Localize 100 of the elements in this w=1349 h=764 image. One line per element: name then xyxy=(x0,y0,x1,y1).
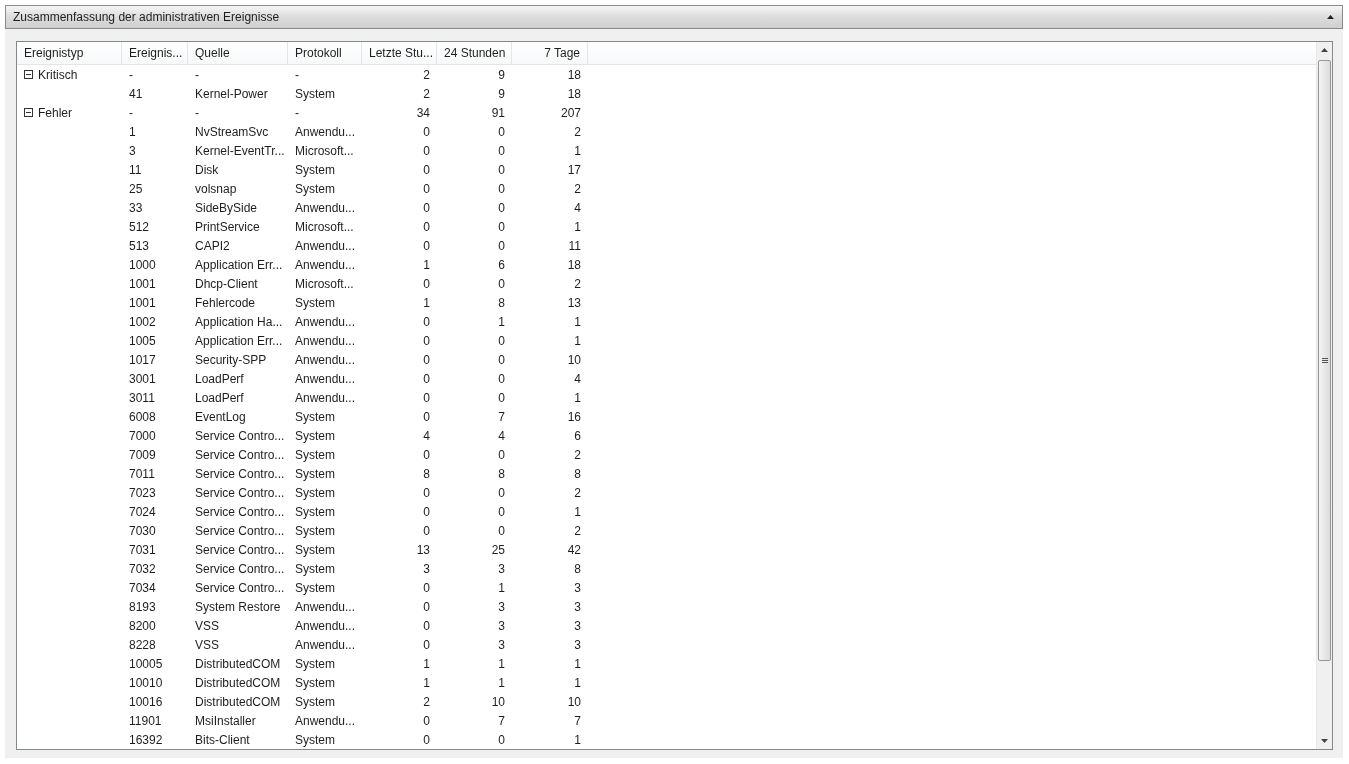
panel-title: Zusammenfassung der administrativen Ereignisse xyxy=(13,10,280,24)
table-cell: System xyxy=(295,542,335,557)
tree-toggle-icon[interactable] xyxy=(24,108,33,117)
table-cell: 1 xyxy=(498,580,505,595)
table-cell: 1 xyxy=(574,390,581,405)
table-cell: 2 xyxy=(574,447,581,462)
table-cell: 4 xyxy=(574,200,581,215)
table-cell: Bits-Client xyxy=(195,732,250,747)
table-cell: 0 xyxy=(423,580,430,595)
table-cell: 0 xyxy=(423,124,430,139)
table-cell: 11901 xyxy=(129,713,162,728)
table-cell: 10 xyxy=(567,352,581,367)
table-cell: 1 xyxy=(574,333,581,348)
table-cell: Application Err... xyxy=(195,333,283,348)
table-cell: - xyxy=(295,67,299,82)
column-header[interactable]: 7 Tage xyxy=(512,42,588,64)
table-cell: 0 xyxy=(498,485,505,500)
table-cell: 10 xyxy=(567,694,581,709)
table-cell: 8 xyxy=(574,466,581,481)
table-cell: System xyxy=(295,580,335,595)
table-cell: 0 xyxy=(498,447,505,462)
table-cell: 10010 xyxy=(129,675,163,690)
table-cell: - xyxy=(195,105,199,120)
collapse-icon[interactable] xyxy=(1327,15,1334,19)
table-cell: 513 xyxy=(129,238,150,253)
table-cell: 3 xyxy=(498,599,505,614)
table-cell: 0 xyxy=(423,447,430,462)
grip-icon xyxy=(1321,358,1328,363)
table-cell: 0 xyxy=(423,371,430,386)
table-cell: 7011 xyxy=(129,466,155,481)
tree-toggle-icon[interactable] xyxy=(24,70,33,79)
table-cell: Service Contro... xyxy=(195,447,285,462)
table-cell: 1000 xyxy=(129,257,156,272)
table-cell: 0 xyxy=(423,485,430,500)
table-cell: 4 xyxy=(423,428,430,443)
table-cell: 1001 xyxy=(129,276,156,291)
table-cell: 7 xyxy=(498,713,505,728)
table-cell: Anwendu... xyxy=(295,371,356,386)
table-cell: System xyxy=(295,523,335,538)
table-cell: System xyxy=(295,504,335,519)
table-cell: 0 xyxy=(423,352,430,367)
table-cell: 6 xyxy=(574,428,581,443)
column-header[interactable]: Ereignistyp xyxy=(17,42,122,64)
table-cell: 10 xyxy=(491,694,505,709)
table-cell: 16 xyxy=(567,409,581,424)
table-cell: Anwendu... xyxy=(295,390,356,405)
column-header[interactable]: Quelle xyxy=(188,42,288,64)
table-cell: System xyxy=(295,162,335,177)
table-cell: SideBySide xyxy=(195,200,258,215)
table-cell: PrintService xyxy=(195,219,260,234)
table-cell: 207 xyxy=(560,105,581,120)
column-header[interactable]: Ereignis... xyxy=(122,42,188,64)
table-cell: 8 xyxy=(423,466,430,481)
table-cell: 16392 xyxy=(129,732,163,747)
table-cell: 8 xyxy=(498,466,505,481)
table-cell: 18 xyxy=(567,86,581,101)
vertical-scrollbar[interactable] xyxy=(1316,42,1332,749)
table-cell: 0 xyxy=(423,713,430,728)
table-cell: 0 xyxy=(423,162,430,177)
table-cell: 7 xyxy=(574,713,581,728)
table-cell: 1 xyxy=(574,219,581,234)
table-cell: 0 xyxy=(498,504,505,519)
table-cell: 2 xyxy=(423,86,430,101)
table-cell: 7031 xyxy=(129,542,156,557)
table-cell: 0 xyxy=(498,390,505,405)
table-cell: 3 xyxy=(423,561,430,576)
table-cell: 0 xyxy=(423,143,430,158)
table-cell: - xyxy=(295,105,299,120)
column-header[interactable]: Letzte Stu... xyxy=(362,42,437,64)
table-cell: 0 xyxy=(498,352,505,367)
table-cell: Service Contro... xyxy=(195,523,285,538)
scroll-up-icon[interactable] xyxy=(1321,48,1328,52)
table-cell: System xyxy=(295,295,335,310)
table-cell: 7 xyxy=(498,409,505,424)
table-cell: 512 xyxy=(129,219,150,234)
table-cell: 0 xyxy=(498,371,505,386)
table-cell: System xyxy=(295,447,335,462)
table-cell: 3011 xyxy=(129,390,155,405)
column-header[interactable]: Protokoll xyxy=(288,42,362,64)
table-cell: 7034 xyxy=(129,580,156,595)
table-cell: Anwendu... xyxy=(295,352,356,367)
table-cell: 10016 xyxy=(129,694,163,709)
table-cell: 3 xyxy=(574,618,581,633)
table-cell: 0 xyxy=(423,314,430,329)
column-header[interactable]: 24 Stunden xyxy=(437,42,512,64)
table-cell: 0 xyxy=(498,238,505,253)
table-cell: 3 xyxy=(498,637,505,652)
table-cell: 0 xyxy=(423,219,430,234)
table-cell: System xyxy=(295,561,335,576)
table-cell: 0 xyxy=(423,238,430,253)
panel-header[interactable]: Zusammenfassung der administrativen Ereignisse xyxy=(5,5,1343,29)
scrollbar-thumb[interactable] xyxy=(1318,60,1331,661)
table-cell: 0 xyxy=(498,200,505,215)
table-cell: 18 xyxy=(567,67,581,82)
table-cell: volsnap xyxy=(195,181,237,196)
table-cell: Anwendu... xyxy=(295,314,356,329)
table-cell: - xyxy=(129,105,133,120)
table-cell: NvStreamSvc xyxy=(195,124,269,139)
scroll-down-icon[interactable] xyxy=(1321,739,1328,743)
table-cell: Anwendu... xyxy=(295,124,356,139)
